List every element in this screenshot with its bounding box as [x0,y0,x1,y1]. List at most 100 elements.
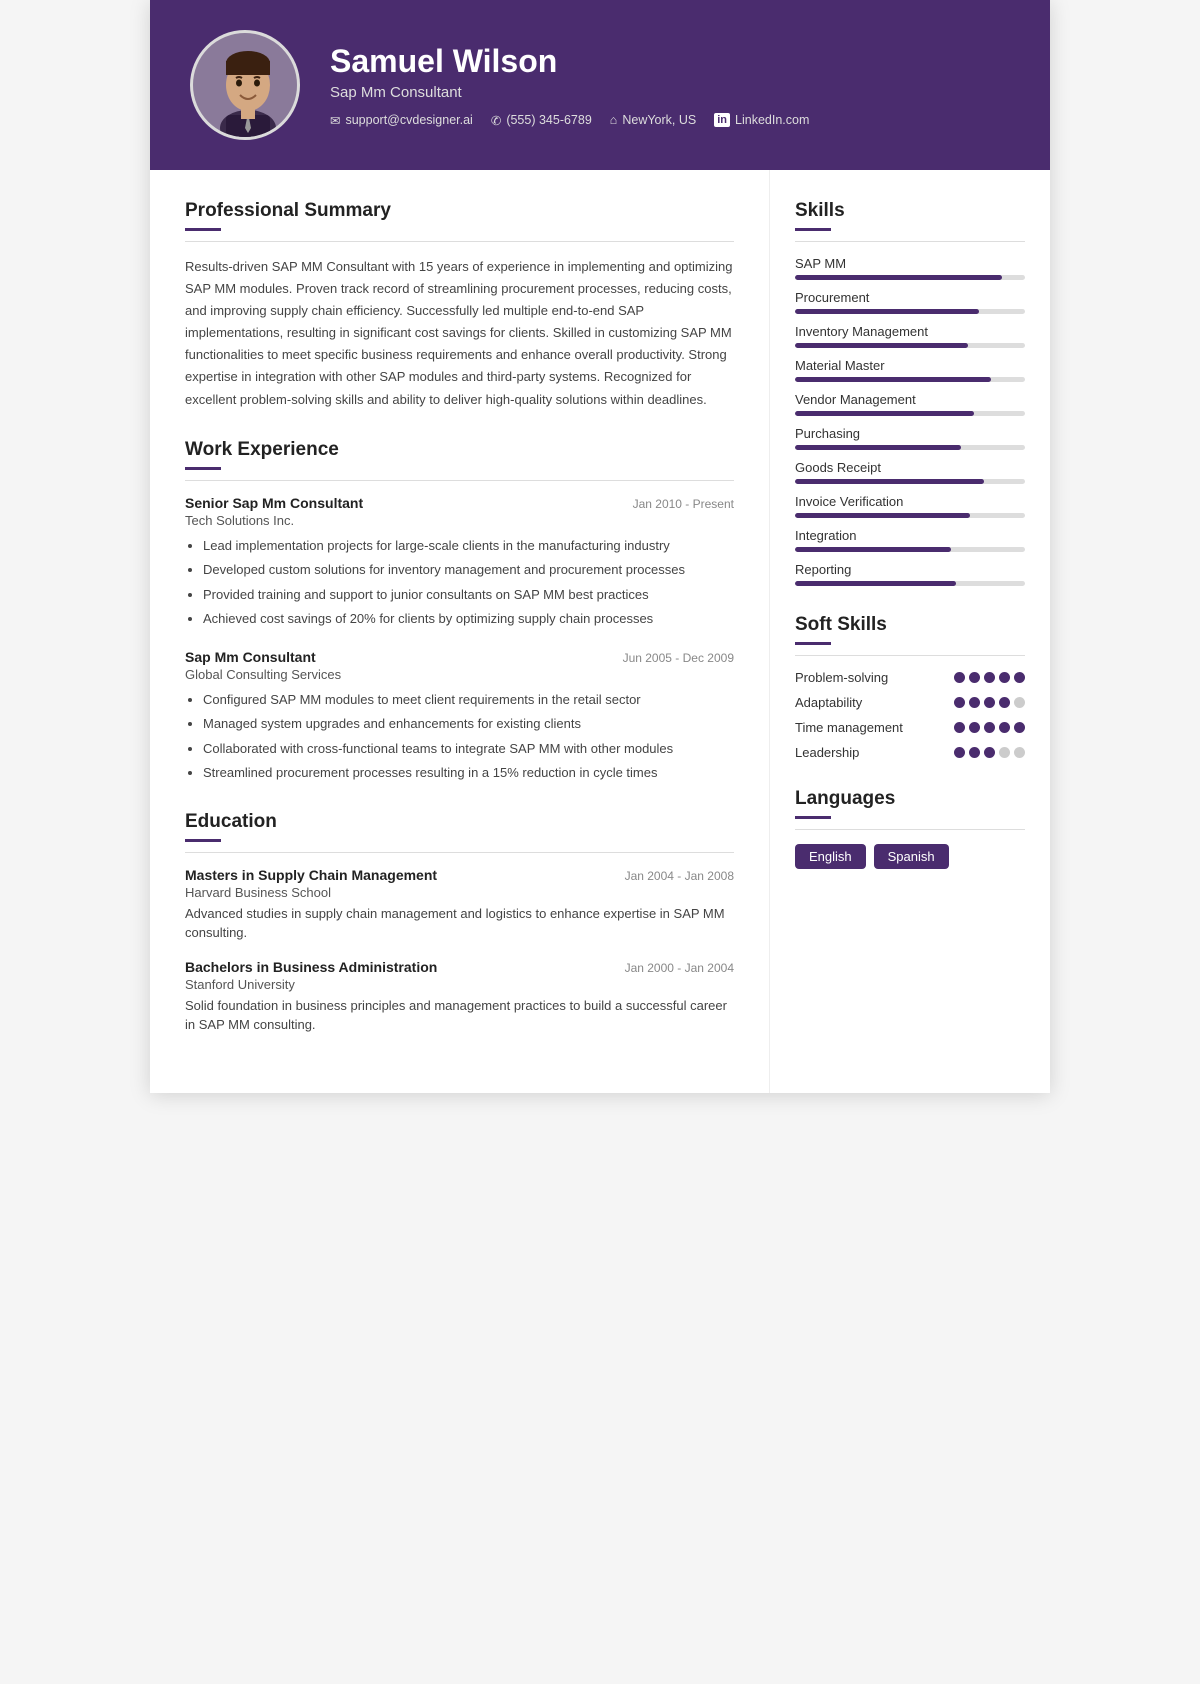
skill-bar-bg [795,377,1025,382]
bullet-item: Achieved cost savings of 20% for clients… [203,609,734,629]
dot-empty [999,747,1010,758]
skill-bar-bg [795,275,1025,280]
skill-item: SAP MM [795,256,1025,280]
exp-title-1: Senior Sap Mm Consultant [185,495,363,511]
skill-item: Inventory Management [795,324,1025,348]
skill-bar-fill [795,343,968,348]
skill-item: Goods Receipt [795,460,1025,484]
summary-text: Results-driven SAP MM Consultant with 15… [185,256,734,411]
exp-bullets-1: Lead implementation projects for large-s… [185,536,734,629]
edu-degree-1: Masters in Supply Chain Management [185,867,437,883]
dot-empty [1014,697,1025,708]
dot-filled [999,722,1010,733]
exp-entry-1: Senior Sap Mm Consultant Jan 2010 - Pres… [185,495,734,629]
bullet-item: Provided training and support to junior … [203,585,734,605]
email-icon: ✉ [330,113,340,128]
exp-date-1: Jan 2010 - Present [633,497,734,511]
dot-filled [969,722,980,733]
dots [954,697,1025,708]
edu-desc-1: Advanced studies in supply chain managem… [185,904,734,943]
skill-item: Vendor Management [795,392,1025,416]
skill-bar-fill [795,581,956,586]
skill-item: Invoice Verification [795,494,1025,518]
skill-bar-bg [795,479,1025,484]
education-divider [185,839,221,842]
edu-school-2: Stanford University [185,977,734,992]
skill-bar-fill [795,275,1002,280]
languages-divider [795,816,831,819]
skills-list: SAP MM Procurement Inventory Management … [795,256,1025,586]
dot-filled [984,672,995,683]
exp-title-2: Sap Mm Consultant [185,649,316,665]
dot-filled [1014,672,1025,683]
dot-filled [954,722,965,733]
dots [954,722,1025,733]
soft-skills-divider [795,642,831,645]
resume-container: Samuel Wilson Sap Mm Consultant ✉ suppor… [150,0,1050,1093]
language-badges: EnglishSpanish [795,844,1025,869]
education-title: Education [185,811,734,833]
skill-item: Integration [795,528,1025,552]
avatar [190,30,300,140]
edu-entry-1: Masters in Supply Chain Management Jan 2… [185,867,734,943]
dot-filled [954,672,965,683]
skill-name: Material Master [795,358,1025,373]
dot-filled [984,747,995,758]
summary-divider [185,228,221,231]
edu-date-1: Jan 2004 - Jan 2008 [625,869,734,883]
soft-skills-section: Soft Skills Problem-solving Adaptability… [795,614,1025,760]
languages-section: Languages EnglishSpanish [795,788,1025,869]
exp-company-2: Global Consulting Services [185,667,734,682]
contact-linkedin: in LinkedIn.com [714,113,809,128]
dot-filled [984,697,995,708]
soft-skill-name: Time management [795,720,903,735]
dot-filled [984,722,995,733]
dot-filled [999,672,1010,683]
skill-bar-fill [795,411,974,416]
edu-entry-2: Bachelors in Business Administration Jan… [185,959,734,1035]
skill-bar-fill [795,445,961,450]
header-section: Samuel Wilson Sap Mm Consultant ✉ suppor… [150,0,1050,170]
skill-bar-bg [795,411,1025,416]
body-section: Professional Summary Results-driven SAP … [150,170,1050,1093]
edu-date-2: Jan 2000 - Jan 2004 [625,961,734,975]
edu-school-1: Harvard Business School [185,885,734,900]
soft-skills-list: Problem-solving Adaptability Time manage… [795,670,1025,760]
dots [954,747,1025,758]
skills-title: Skills [795,200,1025,222]
experience-divider [185,467,221,470]
candidate-name: Samuel Wilson [330,43,809,80]
summary-title: Professional Summary [185,200,734,222]
dot-filled [969,747,980,758]
language-badge: English [795,844,866,869]
soft-skill-item: Time management [795,720,1025,735]
soft-skill-name: Adaptability [795,695,862,710]
skill-name: Reporting [795,562,1025,577]
candidate-title: Sap Mm Consultant [330,84,809,101]
phone-icon: ✆ [491,113,501,128]
skill-name: Integration [795,528,1025,543]
skill-bar-bg [795,343,1025,348]
skill-name: SAP MM [795,256,1025,271]
skill-name: Procurement [795,290,1025,305]
edu-degree-2: Bachelors in Business Administration [185,959,437,975]
education-section: Education Masters in Supply Chain Manage… [185,811,734,1035]
dot-filled [969,697,980,708]
exp-header-2: Sap Mm Consultant Jun 2005 - Dec 2009 [185,649,734,665]
skill-item: Purchasing [795,426,1025,450]
header-info: Samuel Wilson Sap Mm Consultant ✉ suppor… [330,43,809,128]
left-column: Professional Summary Results-driven SAP … [150,170,770,1093]
dots [954,672,1025,683]
soft-skill-name: Leadership [795,745,859,760]
skill-item: Material Master [795,358,1025,382]
location-icon: ⌂ [610,113,618,127]
dot-filled [999,697,1010,708]
right-column: Skills SAP MM Procurement Inventory Mana… [770,170,1050,1093]
skill-item: Reporting [795,562,1025,586]
edu-header-1: Masters in Supply Chain Management Jan 2… [185,867,734,883]
exp-entry-2: Sap Mm Consultant Jun 2005 - Dec 2009 Gl… [185,649,734,783]
bullet-item: Developed custom solutions for inventory… [203,560,734,580]
bullet-item: Managed system upgrades and enhancements… [203,714,734,734]
skill-bar-fill [795,479,984,484]
skill-bar-fill [795,547,951,552]
